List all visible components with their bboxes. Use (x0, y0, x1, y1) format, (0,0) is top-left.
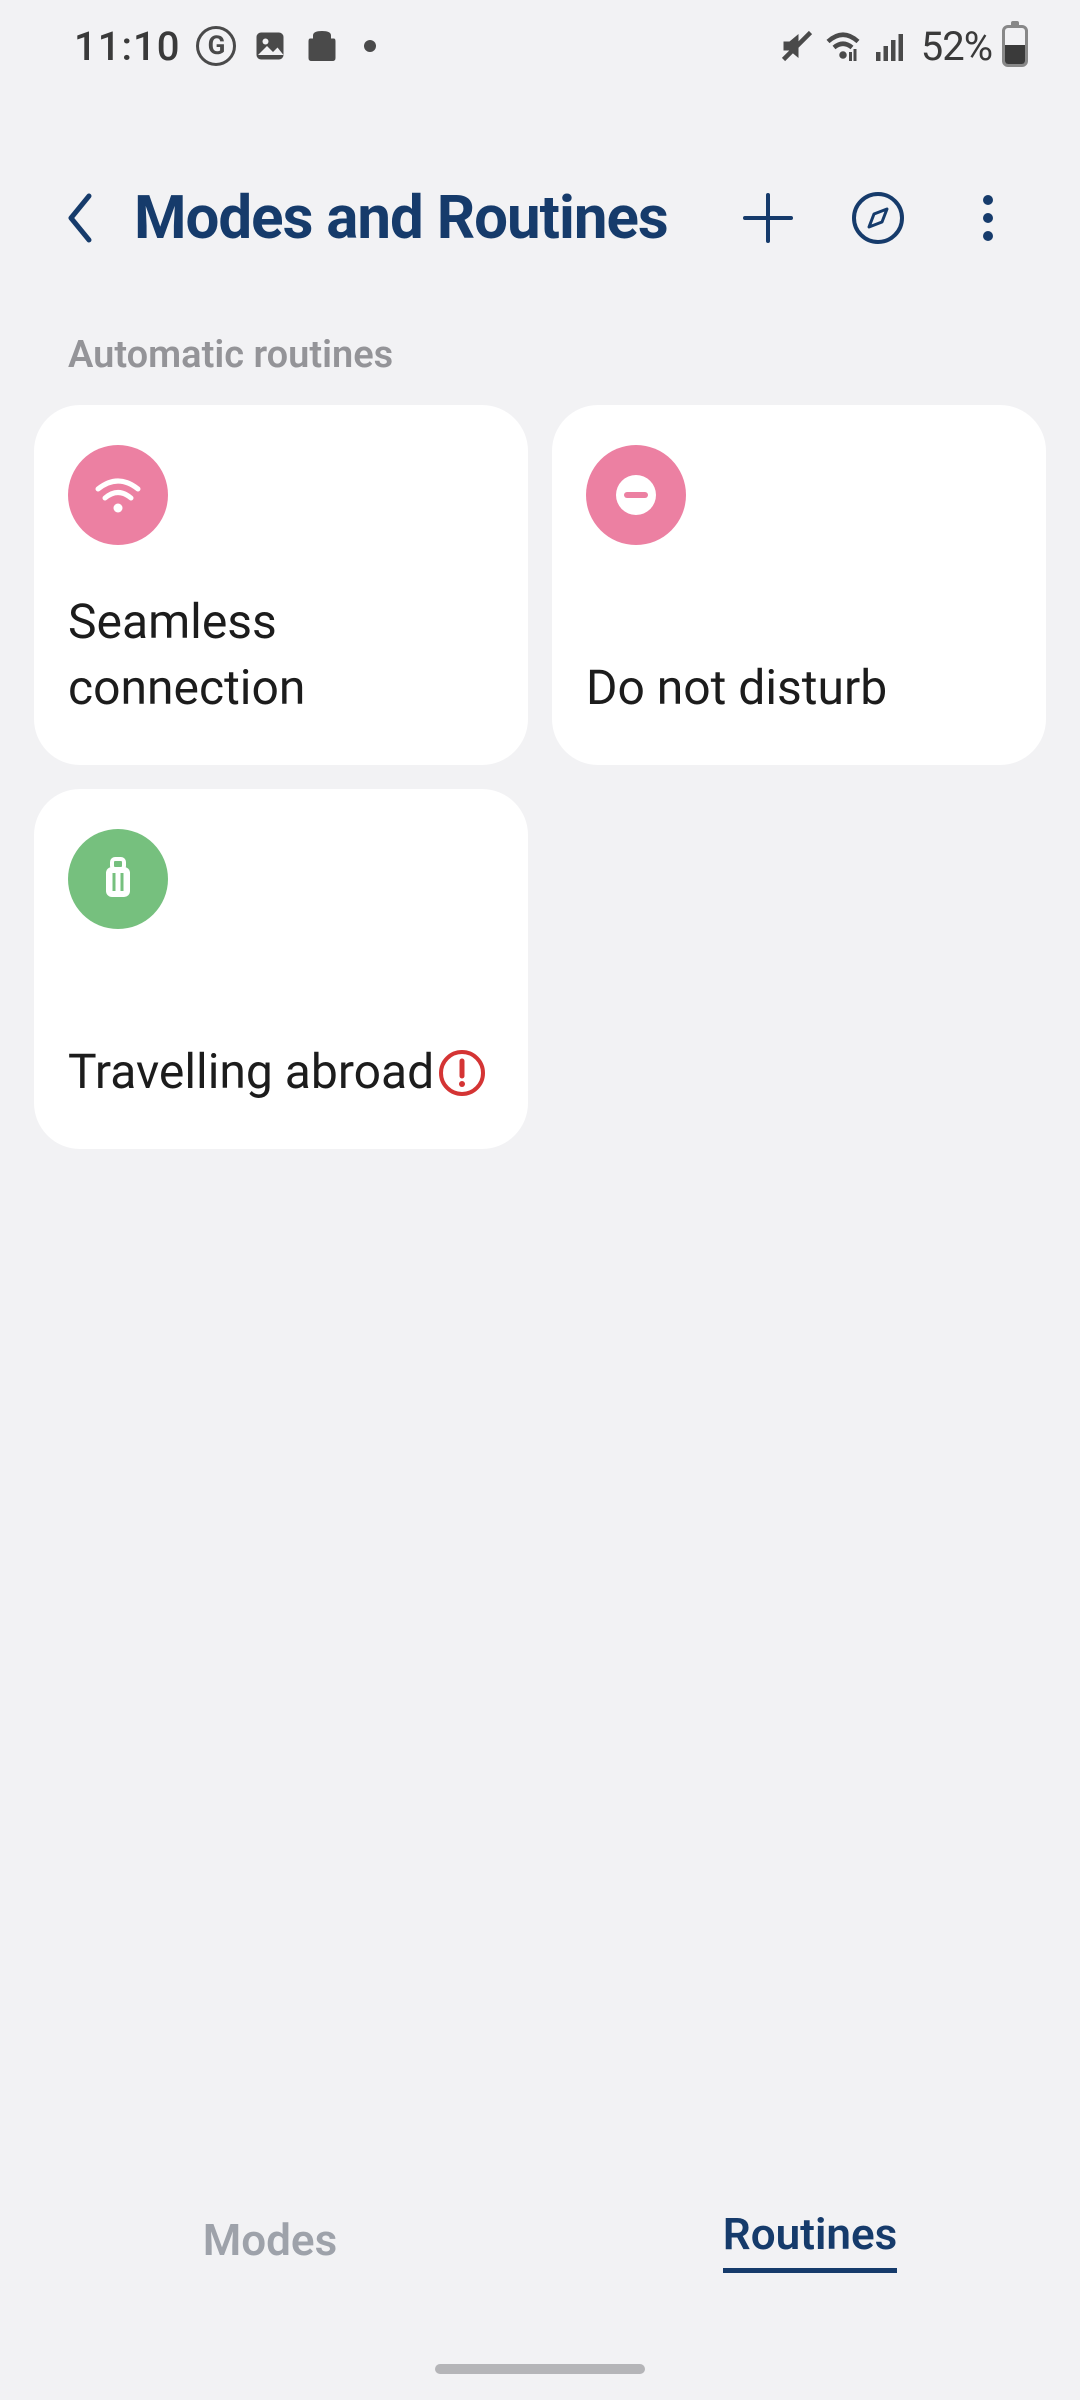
mute-icon (779, 28, 815, 64)
page-title: Modes and Routines (134, 182, 692, 253)
status-time: 11:10 (74, 23, 180, 70)
routine-card-seamless-connection[interactable]: Seamless connection (34, 405, 528, 765)
routine-title: Seamless connection (68, 589, 494, 721)
tab-modes[interactable]: Modes (0, 2180, 540, 2300)
google-icon: G (196, 26, 236, 66)
section-header-automatic: Automatic routines (0, 303, 1080, 405)
wifi-icon (825, 28, 861, 64)
tab-label: Routines (723, 2208, 898, 2273)
bottom-tabs: Modes Routines (0, 2180, 1080, 2300)
app-header: Modes and Routines (0, 92, 1080, 303)
compass-icon (851, 191, 905, 245)
routines-grid: Seamless connection Do not disturb Trave… (0, 405, 1080, 1149)
gallery-icon (252, 28, 288, 64)
header-actions (736, 186, 1020, 250)
battery-icon (1002, 25, 1028, 67)
nav-handle[interactable] (435, 2364, 645, 2374)
back-button[interactable] (60, 188, 100, 248)
dnd-icon (586, 445, 686, 545)
battery-percent: 52% (921, 23, 992, 70)
status-right: 52% (779, 23, 1028, 70)
chevron-left-icon (65, 192, 95, 244)
signal-icon (871, 28, 911, 64)
luggage-icon (68, 829, 168, 929)
notification-dot-icon (364, 40, 376, 52)
status-bar: 11:10 G 52% (0, 0, 1080, 92)
routine-title: Do not disturb (586, 655, 1012, 721)
wifi-icon (68, 445, 168, 545)
alert-icon (438, 1049, 486, 1097)
add-routine-button[interactable] (736, 186, 800, 250)
tab-label: Modes (203, 2214, 337, 2266)
routine-title: Travelling abroad (68, 1039, 494, 1105)
plus-icon (741, 191, 795, 245)
more-vert-icon (981, 191, 995, 245)
discover-button[interactable] (846, 186, 910, 250)
tab-routines[interactable]: Routines (540, 2180, 1080, 2300)
routine-card-travelling-abroad[interactable]: Travelling abroad (34, 789, 528, 1149)
shop-icon (304, 28, 340, 64)
more-options-button[interactable] (956, 186, 1020, 250)
status-left: 11:10 G (74, 23, 376, 70)
routine-card-do-not-disturb[interactable]: Do not disturb (552, 405, 1046, 765)
